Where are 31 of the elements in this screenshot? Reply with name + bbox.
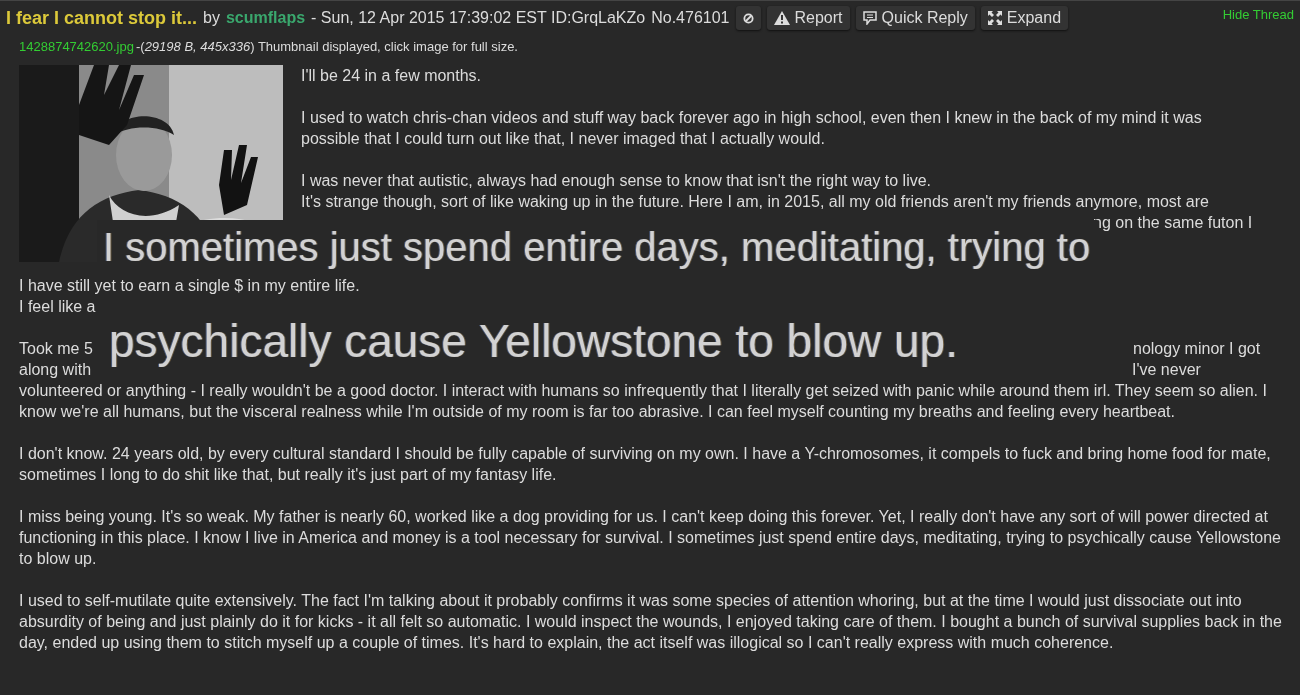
text-line: I used to watch chris-chan videos and stuff way back forever ago in high school, even then I knew in the back of my mind it was bbox=[301, 109, 1202, 126]
paragraph: I miss being young. It's so weak. My father is nearly 60, worked like a dog providing for us. I can't keep doing this forever. Yet, I really don't have any sort of will power directed at functioning in this place. I know I live in America and money is a tool necessary for survival. I sometimes just spend entire days, meditating, trying to psychically cause Yellowstone to blow up. bbox=[19, 507, 1282, 569]
text-line: It's strange though, sort of like waking up in the future. Here I am, in 2015, all my old friends aren't my friends anymore, most are bbox=[301, 193, 1209, 210]
hide-thread-link[interactable]: Hide Thread bbox=[1222, 5, 1294, 25]
paragraph: I used to self-mutilate quite extensively. The fact I'm talking about it probably confirms it was some species of attention whoring, but at the time I would just dissociate out into absurdity of being and just plainly do it for kicks - it all felt so automatic. I would inspect the wounds, I enjoyed taking care of them. I bought a bunch of survival supplies back in the day, ended up using them to stitch myself up a couple of times. It's hard to explain, the act itself was illogical so I can't really express with much coherence. bbox=[19, 591, 1282, 653]
report-button[interactable]: Report bbox=[766, 6, 850, 30]
warning-icon bbox=[773, 11, 790, 25]
text-fragment: I've never bbox=[1132, 360, 1201, 380]
text-line: possible that I could turn out like that, I never imaged that I actually would. bbox=[301, 130, 825, 147]
speech-bubble-icon bbox=[862, 11, 877, 25]
expand-button[interactable]: Expand bbox=[980, 6, 1069, 30]
paragraph: I don't know. 24 years old, by every cultural standard I should be fully capable of surviving on my own. I have a Y-chromosomes, it compels to fuck and bring home food for mate, sometimes I long to do shit like that, but really it's just part of my fantasy life. bbox=[19, 444, 1272, 485]
text-line: I have still yet to earn a single $ in my entire life. bbox=[19, 277, 360, 294]
file-name-link[interactable]: 1428874742620.jpg bbox=[19, 37, 134, 57]
ban-icon bbox=[742, 12, 754, 24]
text-fragment: nology minor I got bbox=[1133, 339, 1261, 359]
author-name[interactable]: scumflaps bbox=[225, 6, 306, 30]
text-line: Took me 5 bbox=[19, 340, 93, 357]
post-number-link[interactable]: No.476101 bbox=[651, 6, 730, 30]
ban-button[interactable] bbox=[735, 6, 761, 30]
by-label: by bbox=[203, 8, 220, 28]
expand-icon bbox=[987, 11, 1002, 25]
post-subject: I fear I cannot stop it... bbox=[6, 6, 198, 30]
paragraph: volunteered or anything - I really wouldn't be a good doctor. I interact with humans so infrequently that I literally get seized with panic while around them irl. They seem so alien. I know we're all humans, but the visceral realness while I'm outside of my room is far too abrasive. I can feel myself counting my breaths and feeling every heartbeat. bbox=[19, 381, 1268, 422]
text-line: I'll be 24 in a few months. bbox=[301, 67, 482, 84]
text-line: along with bbox=[19, 361, 92, 378]
text-line: I feel like a bbox=[19, 298, 96, 315]
post-meta: - Sun, 12 Apr 2015 17:39:02 EST ID:GrqLaKZo bbox=[311, 8, 646, 28]
text-line: I was never that autistic, always had enough sense to know that isn't the right way to live. bbox=[301, 172, 932, 189]
file-info: -(29198 B, 445x336) Thumbnail displayed, click image for full size. bbox=[135, 38, 518, 57]
quick-reply-button[interactable]: Quick Reply bbox=[855, 6, 975, 30]
